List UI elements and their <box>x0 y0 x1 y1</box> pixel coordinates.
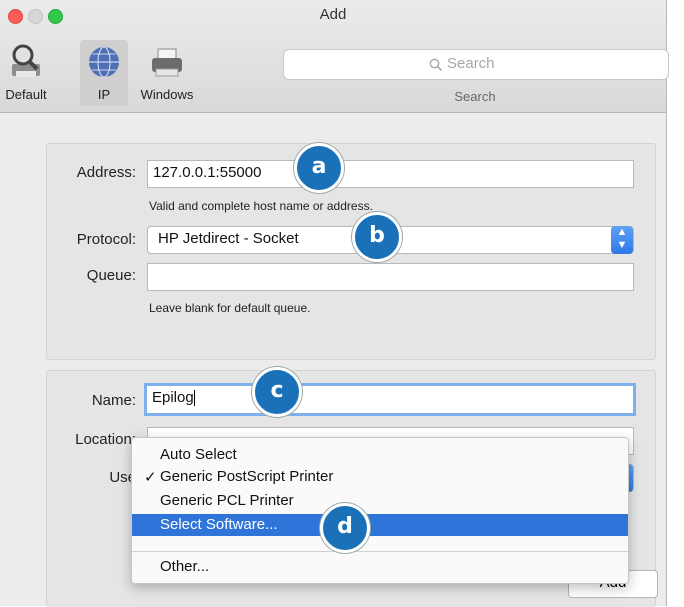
menu-separator <box>132 551 628 552</box>
default-printer-icon <box>12 44 40 77</box>
search-placeholder: Search <box>447 55 495 72</box>
queue-label: Queue: <box>86 267 136 284</box>
search-icon <box>429 58 443 72</box>
queue-hint: Leave blank for default queue. <box>149 301 311 315</box>
menu-item-label: Generic PostScript Printer <box>160 468 334 485</box>
globe-icon <box>89 46 119 78</box>
toolbar-default-label: Default <box>5 87 47 102</box>
menu-item-label: Select Software... <box>160 516 278 533</box>
address-hint: Valid and complete host name or address. <box>149 199 373 213</box>
name-value: Epilog <box>152 389 194 406</box>
use-driver-menu: Auto Select ✓ Generic PostScript Printer… <box>131 437 629 584</box>
menu-item-generic-postscript[interactable]: ✓ Generic PostScript Printer <box>132 466 628 488</box>
toolbar-windows-label: Windows <box>140 87 194 102</box>
popup-arrows-icon: ▲▼ <box>611 226 633 254</box>
menu-item-auto-select[interactable]: Auto Select <box>132 444 628 466</box>
protocol-label: Protocol: <box>76 231 136 248</box>
window-title: Add <box>319 6 347 23</box>
callout-c: c <box>252 367 302 417</box>
callout-d: d <box>320 503 370 553</box>
checkmark-icon: ✓ <box>144 469 157 486</box>
name-field[interactable]: Epilog <box>144 383 636 416</box>
menu-item-generic-pcl[interactable]: Generic PCL Printer <box>132 490 628 512</box>
text-cursor <box>193 390 195 407</box>
title-bar: Add Default IP Windows Search Search <box>0 0 669 113</box>
queue-field[interactable] <box>147 263 634 291</box>
search-field[interactable]: Search <box>283 49 669 80</box>
callout-a: a <box>294 143 344 193</box>
use-label: Use <box>109 469 136 486</box>
toolbar-ip-label: IP <box>97 87 111 102</box>
name-label: Name: <box>91 392 136 409</box>
search-caption: Search <box>454 89 496 104</box>
menu-item-other[interactable]: Other... <box>132 556 628 578</box>
protocol-value: HP Jetdirect - Socket <box>158 230 299 247</box>
menu-item-label: Auto Select <box>160 446 237 463</box>
add-printer-window: Add Default IP Windows Search Search Add… <box>0 0 669 607</box>
menu-item-select-software[interactable]: Select Software... <box>132 514 628 536</box>
toolbar-windows-button[interactable]: Windows <box>135 40 199 106</box>
address-label: Address: <box>76 164 136 181</box>
menu-item-label: Generic PCL Printer <box>160 492 294 509</box>
toolbar-default-button[interactable]: Default <box>0 40 52 106</box>
toolbar-ip-button[interactable]: IP <box>80 40 128 106</box>
location-label: Location: <box>75 431 136 448</box>
windows-printer-icon <box>152 48 182 77</box>
menu-item-label: Other... <box>160 558 210 575</box>
callout-b: b <box>352 212 402 262</box>
address-field[interactable]: 127.0.0.1:55000 <box>147 160 634 188</box>
